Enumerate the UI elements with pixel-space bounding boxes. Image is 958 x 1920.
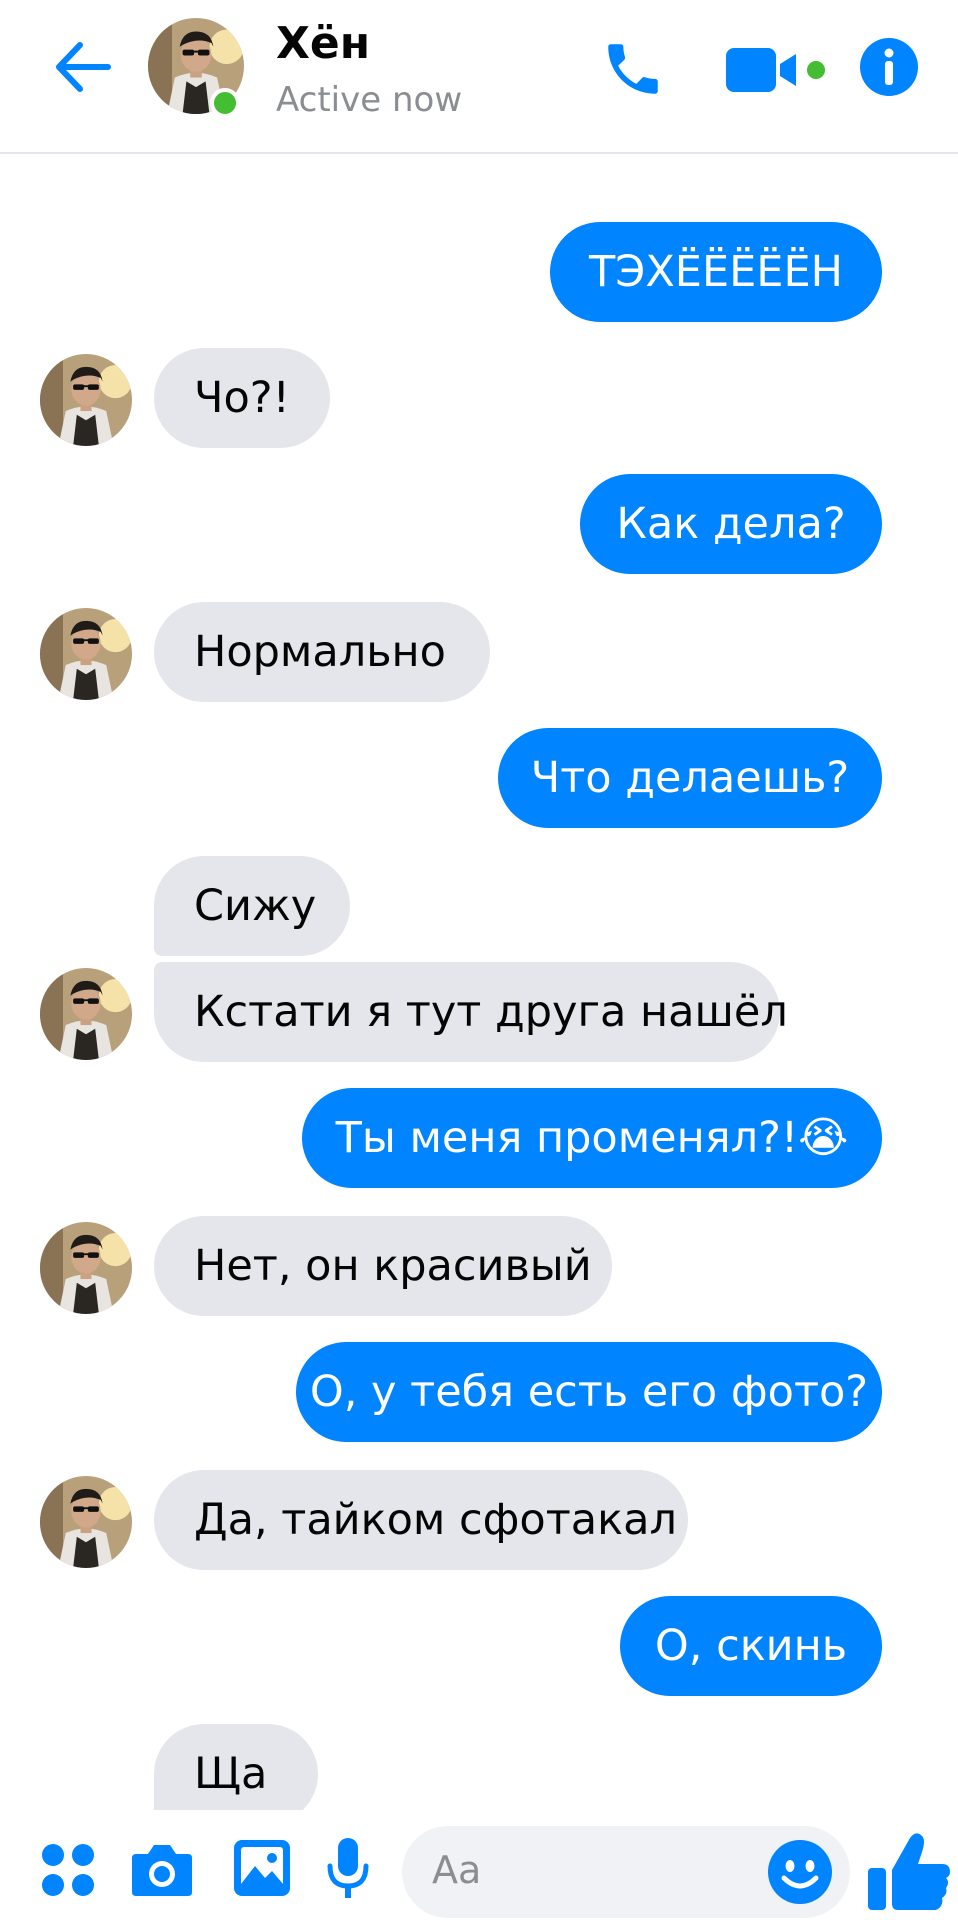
camera-icon[interactable] bbox=[130, 1840, 194, 1898]
phone-icon[interactable] bbox=[600, 36, 666, 102]
four-dots-icon[interactable] bbox=[40, 1842, 96, 1898]
message-list[interactable]: ТЭХЁЁЁЁЁН Чо?! Как дела? Нормально Что д… bbox=[0, 154, 958, 1810]
contact-avatar[interactable] bbox=[40, 1222, 132, 1314]
emoji-icon[interactable] bbox=[766, 1838, 834, 1906]
incoming-message[interactable]: Кстати я тут друга нашёл bbox=[154, 962, 788, 1062]
online-status-dot bbox=[210, 88, 240, 118]
contact-avatar[interactable] bbox=[40, 608, 132, 700]
outgoing-message[interactable]: Ты меня променял?!😭 bbox=[302, 1088, 882, 1188]
chat-header: Хён Active now bbox=[0, 0, 958, 154]
thumbs-up-icon[interactable] bbox=[866, 1830, 952, 1914]
outgoing-message[interactable]: О, у тебя есть его фото? bbox=[296, 1342, 882, 1442]
outgoing-message[interactable]: Что делаешь? bbox=[498, 728, 882, 828]
contact-status: Active now bbox=[276, 80, 463, 120]
incoming-message[interactable]: Нет, он красивый bbox=[154, 1216, 612, 1316]
outgoing-message[interactable]: ТЭХЁЁЁЁЁН bbox=[550, 222, 882, 322]
outgoing-message[interactable]: Как дела? bbox=[580, 474, 882, 574]
message-input-placeholder: Aa bbox=[432, 1848, 482, 1892]
info-icon[interactable] bbox=[858, 36, 920, 98]
incoming-message[interactable]: Да, тайком сфотакал bbox=[154, 1470, 688, 1570]
incoming-message[interactable]: Ща bbox=[154, 1724, 318, 1810]
video-camera-icon[interactable] bbox=[724, 42, 828, 98]
contact-avatar[interactable] bbox=[40, 1476, 132, 1568]
outgoing-message[interactable]: О, скинь bbox=[620, 1596, 882, 1696]
microphone-icon[interactable] bbox=[326, 1836, 370, 1902]
contact-avatar[interactable] bbox=[40, 968, 132, 1060]
image-icon[interactable] bbox=[232, 1838, 292, 1898]
composer-bar: Aa bbox=[0, 1810, 958, 1920]
contact-avatar[interactable] bbox=[40, 354, 132, 446]
incoming-message[interactable]: Нормально bbox=[154, 602, 490, 702]
contact-name[interactable]: Хён bbox=[276, 18, 370, 69]
back-arrow-icon[interactable] bbox=[52, 36, 114, 98]
incoming-message[interactable]: Чо?! bbox=[154, 348, 330, 448]
message-input[interactable]: Aa bbox=[402, 1826, 850, 1918]
incoming-message[interactable]: Сижу bbox=[154, 856, 350, 956]
